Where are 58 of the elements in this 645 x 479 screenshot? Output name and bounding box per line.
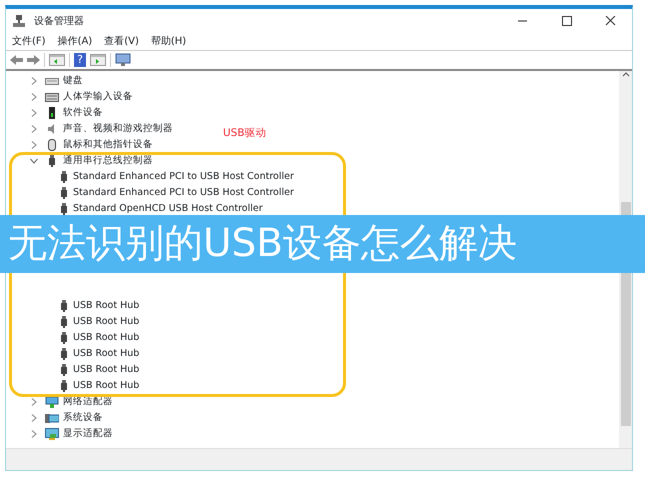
tree-item[interactable]: USB Root Hub <box>73 362 140 378</box>
tree-item[interactable]: 声音、视频和游戏控制器 <box>63 122 173 136</box>
menu-item[interactable]: 帮助(H) <box>150 34 186 49</box>
computer-icon <box>45 412 59 424</box>
menu-item[interactable]: 文件(F) <box>12 34 46 49</box>
tree-item[interactable]: USB Root Hub <box>73 314 140 330</box>
usb-plug-icon <box>60 348 68 360</box>
usb-plug-icon <box>60 203 68 215</box>
forward-arrow-icon <box>27 55 40 65</box>
expand-chevron-icon[interactable] <box>30 141 38 149</box>
expand-chevron-icon[interactable] <box>30 414 38 422</box>
title-banner: 无法识别的USB设备怎么解决 <box>0 215 645 273</box>
scroll-up-icon <box>622 71 630 77</box>
tree-item[interactable]: USB Root Hub <box>73 298 140 314</box>
tree-item[interactable]: 键盘 <box>63 74 83 88</box>
computer-icon <box>12 14 26 28</box>
annotation-label: USB驱动 <box>223 126 267 141</box>
tree-item[interactable]: Standard Enhanced PCI to USB Host Controller <box>73 170 294 184</box>
maximize-icon <box>560 16 572 26</box>
monitor-icon <box>45 428 59 440</box>
expand-chevron-icon[interactable] <box>30 109 38 117</box>
monitor-icon <box>45 396 59 408</box>
collapse-chevron-icon[interactable] <box>30 157 38 165</box>
window-title: 设备管理器 <box>34 14 84 28</box>
menu-item[interactable]: 查看(V) <box>104 34 139 49</box>
usb-plug-icon <box>60 364 68 376</box>
tree-item[interactable]: USB Root Hub <box>73 346 140 362</box>
usb-plug-icon <box>60 332 68 344</box>
close-icon <box>604 16 616 26</box>
tree-item[interactable]: 显示适配器 <box>63 426 113 442</box>
tree-item[interactable]: 人体学输入设备 <box>63 90 133 104</box>
usb-plug-icon <box>60 316 68 328</box>
tree-item[interactable]: 系统设备 <box>63 410 103 426</box>
tree-item[interactable]: 鼠标和其他指针设备 <box>63 138 153 152</box>
tree-item[interactable]: USB Root Hub <box>73 378 140 394</box>
input-device-icon <box>45 91 59 103</box>
expand-chevron-icon[interactable] <box>30 77 38 85</box>
update-driver-icon <box>90 54 106 66</box>
tree-item[interactable]: Standard OpenHCD USB Host Controller <box>73 202 263 216</box>
expand-chevron-icon[interactable] <box>30 93 38 101</box>
usb-plug-icon <box>60 171 68 183</box>
usb-plug-icon <box>60 187 68 199</box>
mouse-icon <box>45 139 59 151</box>
usb-plug-icon <box>60 380 68 392</box>
properties-icon <box>49 54 65 66</box>
tree-item[interactable]: Standard Enhanced PCI to USB Host Controller <box>73 186 294 200</box>
tree-item[interactable]: 软件设备 <box>63 106 103 120</box>
back-arrow-icon <box>10 55 23 65</box>
tree-item[interactable]: 通用串行总线控制器 <box>63 154 153 168</box>
menu-item[interactable]: 操作(A) <box>58 34 92 49</box>
expand-chevron-icon[interactable] <box>30 398 38 406</box>
expand-chevron-icon[interactable] <box>30 430 38 438</box>
expand-chevron-icon[interactable] <box>30 125 38 133</box>
tree-item[interactable]: USB Root Hub <box>73 330 140 346</box>
keyboard-icon <box>45 75 59 87</box>
help-button[interactable]: ? <box>74 53 86 67</box>
monitor-icon <box>115 53 131 67</box>
usb-plug-icon <box>60 300 68 312</box>
